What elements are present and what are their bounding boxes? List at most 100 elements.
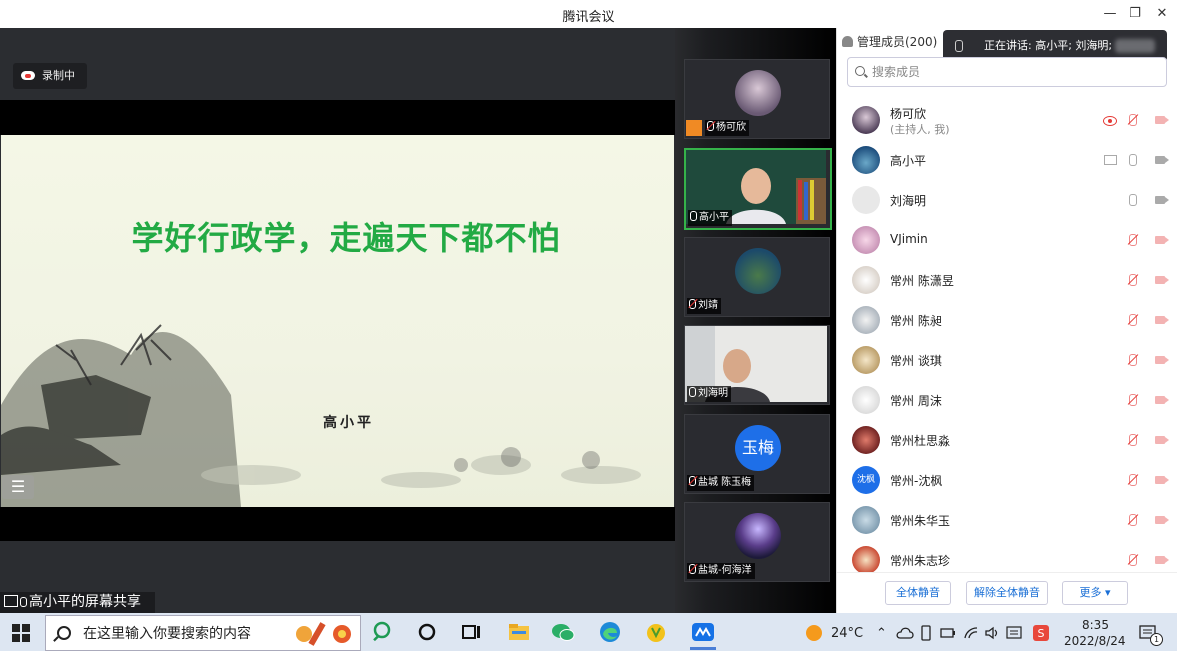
app-icon-lemon[interactable]	[644, 620, 668, 644]
letterbox-bottom	[0, 507, 675, 541]
menu-icon[interactable]: ☰	[2, 475, 34, 499]
tab-members[interactable]: 管理成员(200)	[842, 33, 937, 50]
camera-icon[interactable]	[1155, 156, 1169, 164]
avatar	[735, 513, 781, 559]
recording-icon	[1103, 116, 1117, 126]
camera-off-icon[interactable]	[1155, 476, 1169, 484]
input-method-icon[interactable]	[1006, 626, 1024, 640]
screen-icon	[4, 595, 18, 607]
panel-actions: 全体静音 解除全体静音 更多 ▾	[837, 572, 1177, 614]
wifi-icon[interactable]	[963, 626, 979, 640]
cortana-icon[interactable]	[370, 620, 394, 644]
mic-muted-icon[interactable]	[1129, 274, 1137, 286]
window-title: 腾讯会议	[562, 10, 615, 25]
title-bar: 腾讯会议 — ❐ ✕	[0, 0, 1177, 29]
ink-landscape-illustration	[1, 324, 641, 507]
volume-icon[interactable]	[984, 626, 1000, 640]
close-button[interactable]: ✕	[1151, 4, 1173, 24]
member-name: 杨可欣	[890, 107, 927, 121]
camera-off-icon[interactable]	[1155, 436, 1169, 444]
restore-button[interactable]: ❐	[1124, 4, 1146, 24]
avatar	[735, 70, 781, 116]
member-row[interactable]: 杨可欣 (主持人, 我)	[837, 100, 1177, 140]
chevron-up-icon[interactable]: ⌃	[876, 626, 887, 641]
member-row[interactable]: 常州 谈琪	[837, 340, 1177, 380]
member-row[interactable]: 常州 陈昶	[837, 300, 1177, 340]
camera-off-icon[interactable]	[1155, 396, 1169, 404]
tile-name: 盐城 陈玉梅	[687, 475, 755, 491]
mic-muted-icon[interactable]	[1129, 554, 1137, 566]
unmute-all-button[interactable]: 解除全体静音	[966, 581, 1048, 605]
member-name: 高小平	[890, 154, 927, 168]
slide-title: 学好行政学，走遍天下都不怕	[131, 219, 561, 257]
video-tile[interactable]: 杨可欣	[684, 59, 830, 139]
clock-time[interactable]: 8:35	[1082, 618, 1109, 632]
user-icon	[686, 120, 702, 136]
video-tile[interactable]: 高小平	[684, 148, 832, 230]
mic-muted-icon[interactable]	[1129, 474, 1137, 486]
video-tile[interactable]: 刘靖	[684, 237, 830, 317]
cloud-record-icon	[21, 71, 35, 80]
mic-muted-icon[interactable]	[1129, 114, 1137, 126]
tencent-meeting-icon[interactable]	[691, 620, 715, 644]
member-row[interactable]: 常州朱志珍	[837, 540, 1177, 572]
wechat-icon[interactable]	[551, 620, 575, 644]
member-name: 常州朱华玉	[890, 514, 951, 528]
member-row[interactable]: 常州 陈潇昱	[837, 260, 1177, 300]
camera-off-icon[interactable]	[1155, 276, 1169, 284]
mic-muted-icon	[707, 121, 714, 131]
camera-off-icon[interactable]	[1155, 356, 1169, 364]
cloud-icon[interactable]	[896, 626, 914, 640]
mute-all-button[interactable]: 全体静音	[885, 581, 951, 605]
recording-indicator[interactable]: 录制中	[13, 63, 87, 89]
camera-off-icon[interactable]	[1155, 516, 1169, 524]
minimize-button[interactable]: —	[1099, 4, 1121, 24]
member-row[interactable]: 高小平	[837, 140, 1177, 180]
taskbar-search[interactable]	[45, 615, 361, 651]
more-button[interactable]: 更多 ▾	[1062, 581, 1128, 605]
mic-muted-icon[interactable]	[1129, 394, 1137, 406]
member-row[interactable]: 沈枫 常州-沈枫	[837, 460, 1177, 500]
task-view-icon[interactable]	[459, 620, 483, 644]
member-row[interactable]: VJimin	[837, 220, 1177, 260]
file-explorer-icon[interactable]	[507, 620, 531, 644]
camera-off-icon[interactable]	[1155, 556, 1169, 564]
camera-off-icon[interactable]	[1155, 236, 1169, 244]
member-name: VJimin	[890, 232, 928, 246]
edge-browser-icon[interactable]	[598, 620, 622, 644]
mic-muted-icon[interactable]	[1129, 354, 1137, 366]
recording-label: 录制中	[42, 69, 75, 82]
search-input[interactable]	[870, 63, 1154, 81]
video-tile[interactable]: 盐城-何海洋	[684, 502, 830, 582]
camera-icon[interactable]	[1155, 196, 1169, 204]
battery-icon[interactable]	[940, 627, 956, 639]
mic-icon[interactable]	[1129, 194, 1137, 206]
temperature[interactable]: 24°C	[831, 626, 863, 641]
camera-off-icon[interactable]	[1155, 316, 1169, 324]
member-search[interactable]	[847, 57, 1167, 87]
member-row[interactable]: 常州 周沫	[837, 380, 1177, 420]
member-name: 常州杜思淼	[890, 434, 951, 448]
mic-icon[interactable]	[1129, 154, 1137, 166]
member-row[interactable]: 常州朱华玉	[837, 500, 1177, 540]
mic-muted-icon[interactable]	[1129, 314, 1137, 326]
mic-muted-icon[interactable]	[1129, 434, 1137, 446]
camera-off-icon[interactable]	[1155, 116, 1169, 124]
phone-icon[interactable]	[921, 625, 931, 641]
member-row[interactable]: 刘海明	[837, 180, 1177, 220]
mic-muted-icon[interactable]	[1129, 234, 1137, 246]
member-row[interactable]: 常州杜思淼	[837, 420, 1177, 460]
windows-start-icon[interactable]	[12, 624, 30, 642]
video-tile[interactable]: 玉梅 盐城 陈玉梅	[684, 414, 830, 494]
sogou-ime-icon[interactable]: S	[1032, 624, 1050, 642]
mic-muted-icon[interactable]	[1129, 514, 1137, 526]
blurred-name	[1115, 39, 1155, 53]
clock-date[interactable]: 2022/8/24	[1064, 634, 1126, 648]
task-view-circle-icon[interactable]	[415, 620, 439, 644]
avatar	[852, 386, 880, 414]
letterbox-top	[0, 100, 675, 135]
avatar	[852, 346, 880, 374]
avatar	[852, 306, 880, 334]
video-tile[interactable]: 刘海明	[684, 325, 830, 405]
taskbar-search-input[interactable]	[81, 625, 285, 643]
